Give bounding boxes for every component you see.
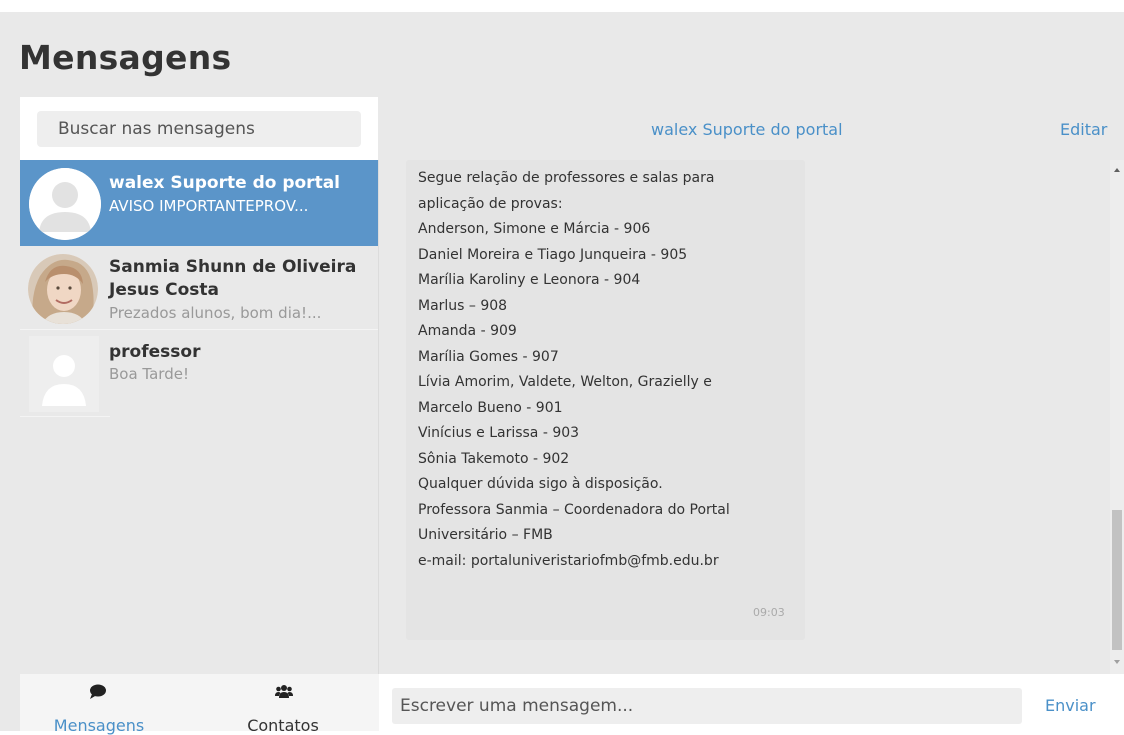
message-line: Daniel Moreira e Tiago Junqueira - 905	[418, 247, 688, 263]
message-line: e-mail: portaluniveristariofmb@fmb.edu.b…	[418, 553, 719, 569]
message-line: Qualquer dúvida sigo à disposição.	[418, 476, 663, 492]
nav-messages[interactable]: Mensagens	[20, 674, 178, 735]
search-container	[20, 97, 378, 160]
conversation-name-line1: Sanmia Shunn de Oliveira	[109, 257, 357, 277]
avatar	[28, 254, 98, 324]
message-input[interactable]	[392, 688, 1022, 724]
nav-messages-label: Mensagens	[53, 716, 145, 735]
message-line: Universitário – FMB	[418, 527, 553, 543]
message-line: Lívia Amorim, Valdete, Welton, Grazielly…	[418, 374, 712, 390]
message-line: Marcelo Bueno - 901	[418, 400, 563, 416]
message-line: Professora Sanmia – Coordenadora do Port…	[418, 502, 730, 518]
conversation-item-professor[interactable]: professor Boa Tarde!	[20, 330, 378, 417]
message-line: Marlus – 908	[418, 298, 508, 314]
chat-header: walex Suporte do portal Editar	[379, 97, 1124, 160]
conversation-item-sanmia[interactable]: Sanmia Shunn de Oliveira Jesus Costa Pre…	[20, 246, 378, 330]
user-photo	[28, 254, 98, 324]
scroll-down-arrow-icon[interactable]	[1114, 660, 1120, 664]
message-line: Marília Gomes - 907	[418, 349, 559, 365]
message-time: 09:03	[753, 606, 785, 619]
conversation-snippet: Prezados alunos, bom dia!...	[109, 304, 322, 322]
conversation-name: professor	[109, 342, 201, 362]
avatar	[29, 168, 101, 240]
message-scrollbar[interactable]	[1110, 160, 1124, 674]
message-line: Sônia Takemoto - 902	[418, 451, 570, 467]
message-line: Amanda - 909	[418, 323, 517, 339]
message-line: Segue relação de professores e salas par…	[418, 170, 715, 186]
message-area[interactable]: Segue relação de professores e salas par…	[379, 160, 1110, 674]
message-line: Anderson, Simone e Márcia - 906	[418, 221, 651, 237]
default-user-icon	[29, 336, 99, 412]
conversation-snippet: Boa Tarde!	[109, 365, 189, 383]
conversation-list: walex Suporte do portal AVISO IMPORTANTE…	[20, 160, 379, 674]
speech-bubble-icon	[90, 684, 106, 699]
users-icon	[275, 685, 293, 698]
scroll-thumb[interactable]	[1112, 510, 1122, 650]
conversation-snippet: AVISO IMPORTANTEPROV...	[109, 197, 309, 215]
message-line: Marília Karoliny e Leonora - 904	[418, 272, 641, 288]
send-button[interactable]: Enviar	[1045, 696, 1096, 715]
search-input[interactable]	[37, 111, 361, 147]
conversation-item-walex[interactable]: walex Suporte do portal AVISO IMPORTANTE…	[20, 160, 378, 246]
conversation-name-line2: Jesus Costa	[109, 280, 219, 300]
compose-bar: Enviar	[379, 674, 1124, 731]
bottom-nav: Mensagens Contatos	[20, 674, 379, 735]
message-line: aplicação de provas:	[418, 196, 563, 212]
nav-contacts-label: Contatos	[247, 716, 319, 735]
page-title: Mensagens	[19, 38, 232, 77]
conversation-name: walex Suporte do portal	[109, 173, 340, 193]
divider	[20, 416, 110, 417]
default-user-icon	[29, 168, 101, 240]
message-line: Vinícius e Larissa - 903	[418, 425, 580, 441]
chat-contact-name[interactable]: walex Suporte do portal	[651, 120, 843, 139]
message-bubble: Segue relação de professores e salas par…	[406, 160, 805, 640]
edit-button[interactable]: Editar	[1060, 120, 1107, 139]
nav-contacts[interactable]: Contatos	[204, 674, 362, 735]
scroll-up-arrow-icon[interactable]	[1114, 168, 1120, 172]
avatar	[29, 336, 99, 412]
